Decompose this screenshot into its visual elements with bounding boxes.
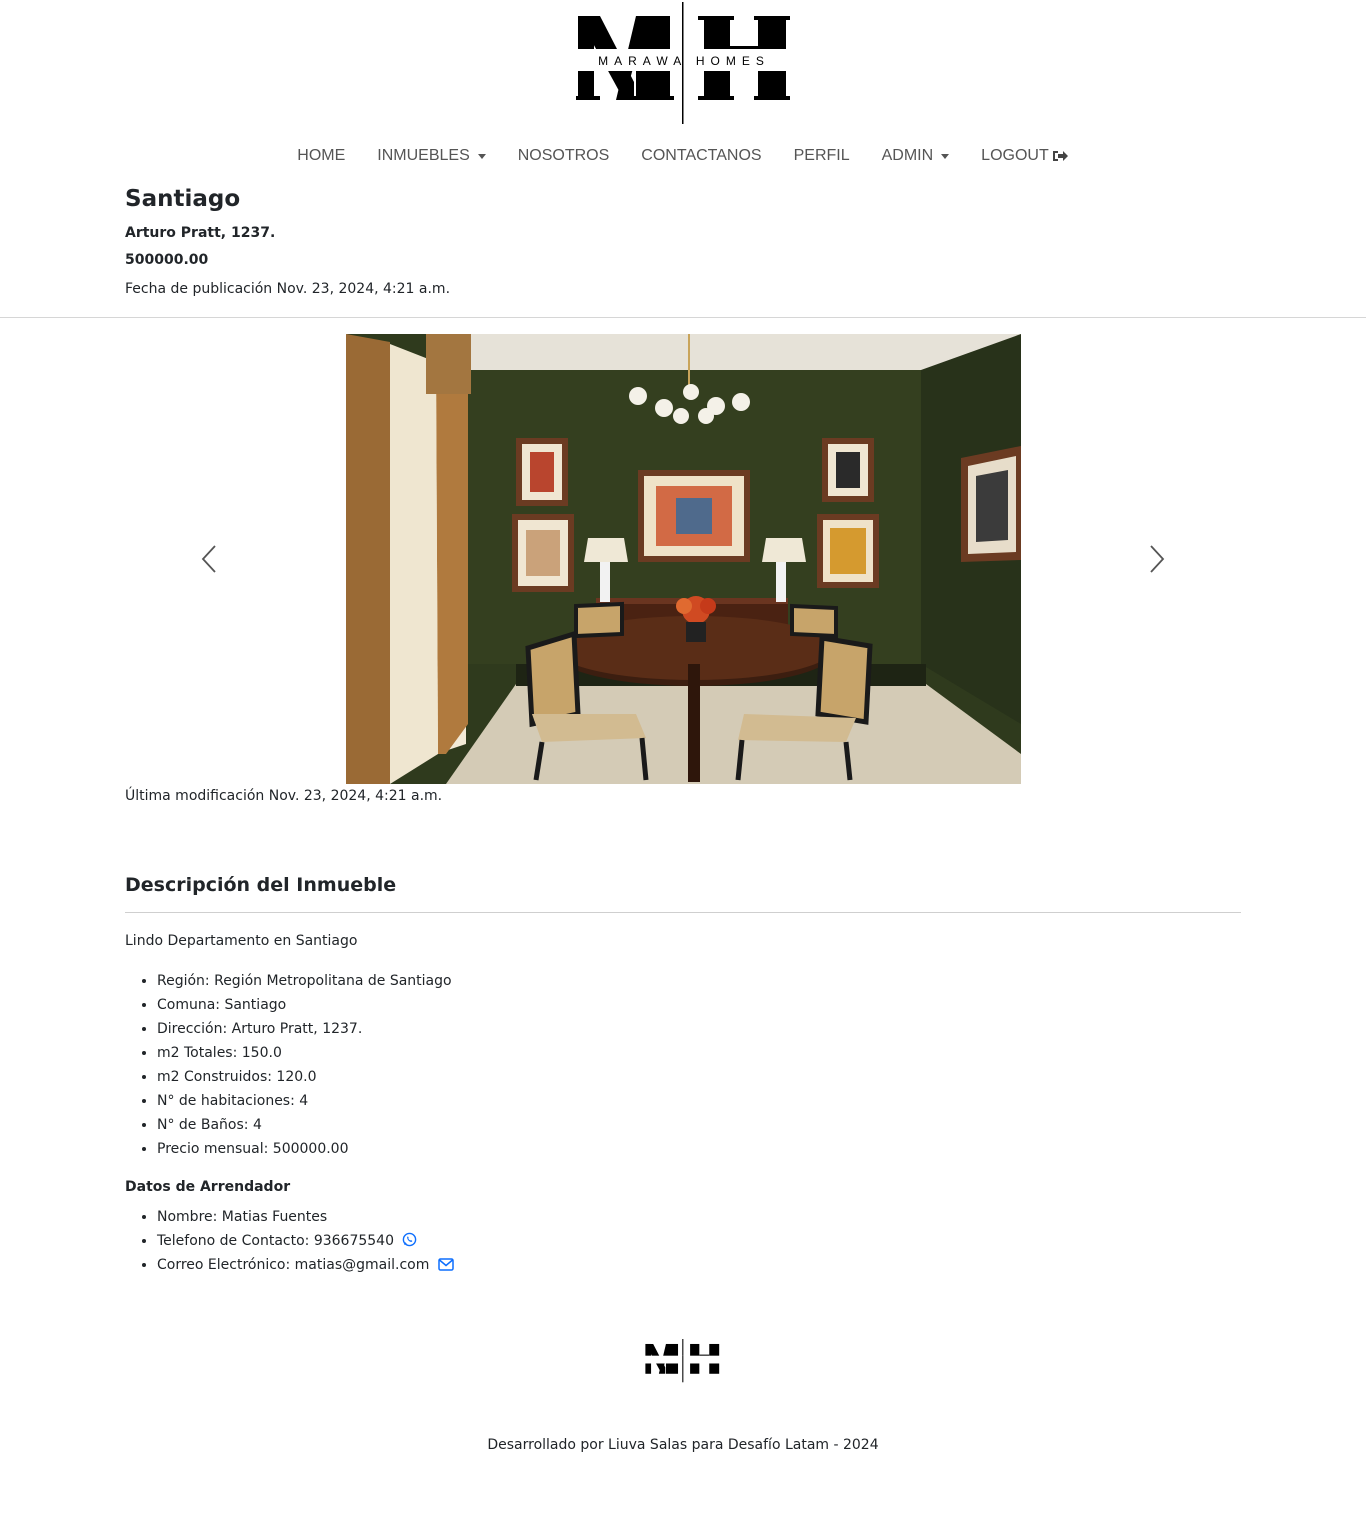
nav-nosotros-label: NOSOTROS (517, 147, 610, 164)
owner-heading: Datos de Arrendador (125, 1179, 291, 1195)
owner-email-text: Correo Electrónico: matias@gmail.com (157, 1257, 430, 1273)
footer-credit: Desarrollado por Liuva Salas para Desafí… (487, 1437, 879, 1453)
nav-admin-label: ADMIN (881, 147, 934, 164)
nav-perfil[interactable]: PERFIL (778, 142, 866, 170)
list-item: N° de habitaciones: 4 (157, 1091, 452, 1115)
nav-home[interactable]: HOME (281, 142, 361, 170)
description-text: Lindo Departamento en Santiago (125, 933, 358, 949)
list-item: m2 Totales: 150.0 (157, 1043, 452, 1067)
nav-admin-dropdown[interactable]: ADMIN (866, 142, 966, 170)
brand-logo[interactable]: MARAWA HOMES (576, 2, 792, 126)
property-facts-list: Región: Región Metropolitana de Santiago… (157, 971, 452, 1163)
list-item: Región: Región Metropolitana de Santiago (157, 971, 452, 995)
description-heading: Descripción del Inmueble (125, 874, 397, 896)
nav-logout-label: LOGOUT (981, 147, 1049, 164)
whatsapp-icon[interactable] (402, 1232, 417, 1247)
list-item: m2 Construidos: 120.0 (157, 1067, 452, 1091)
image-carousel (125, 334, 1241, 784)
main-nav: HOME INMUEBLES NOSOTROS CONTACTANOS PERF… (0, 142, 1366, 170)
divider (0, 317, 1366, 318)
publication-date: Fecha de publicación Nov. 23, 2024, 4:21… (125, 281, 451, 297)
footer-logo[interactable] (644, 1339, 722, 1383)
owner-name: Nombre: Matias Fuentes (157, 1207, 454, 1231)
nav-nosotros[interactable]: NOSOTROS (502, 142, 626, 170)
list-item: Comuna: Santiago (157, 995, 452, 1019)
nav-contactanos[interactable]: CONTACTANOS (625, 142, 777, 170)
property-photo (346, 334, 1021, 784)
modified-date: Última modificación Nov. 23, 2024, 4:21 … (125, 788, 443, 804)
caret-down-icon (941, 153, 950, 159)
logo-text: MARAWA HOMES (598, 54, 770, 68)
divider (125, 912, 1241, 913)
list-item: Precio mensual: 500000.00 (157, 1139, 452, 1163)
list-item: Dirección: Arturo Pratt, 1237. (157, 1019, 452, 1043)
sign-out-icon (1052, 151, 1068, 161)
owner-email: Correo Electrónico: matias@gmail.com (157, 1255, 454, 1279)
carousel-next-button[interactable] (1137, 539, 1177, 579)
property-title: Santiago (125, 186, 241, 212)
nav-contactanos-label: CONTACTANOS (641, 147, 762, 164)
owner-info-list: Nombre: Matias Fuentes Telefono de Conta… (157, 1207, 454, 1279)
owner-phone-text: Telefono de Contacto: 936675540 (157, 1233, 394, 1249)
nav-inmuebles-dropdown[interactable]: INMUEBLES (361, 142, 501, 170)
property-address: Arturo Pratt, 1237. (125, 225, 276, 241)
chevron-right-icon (1150, 545, 1165, 573)
chevron-left-icon (201, 545, 216, 573)
nav-home-label: HOME (297, 147, 346, 164)
owner-name-text: Nombre: Matias Fuentes (157, 1209, 328, 1225)
nav-logout[interactable]: LOGOUT (965, 142, 1085, 170)
carousel-prev-button[interactable] (189, 539, 229, 579)
envelope-icon[interactable] (438, 1258, 454, 1271)
owner-phone: Telefono de Contacto: 936675540 (157, 1231, 454, 1255)
caret-down-icon (477, 153, 486, 159)
nav-perfil-label: PERFIL (793, 147, 850, 164)
property-price: 500000.00 (125, 252, 209, 268)
list-item: N° de Baños: 4 (157, 1115, 452, 1139)
nav-inmuebles-label: INMUEBLES (377, 147, 470, 164)
